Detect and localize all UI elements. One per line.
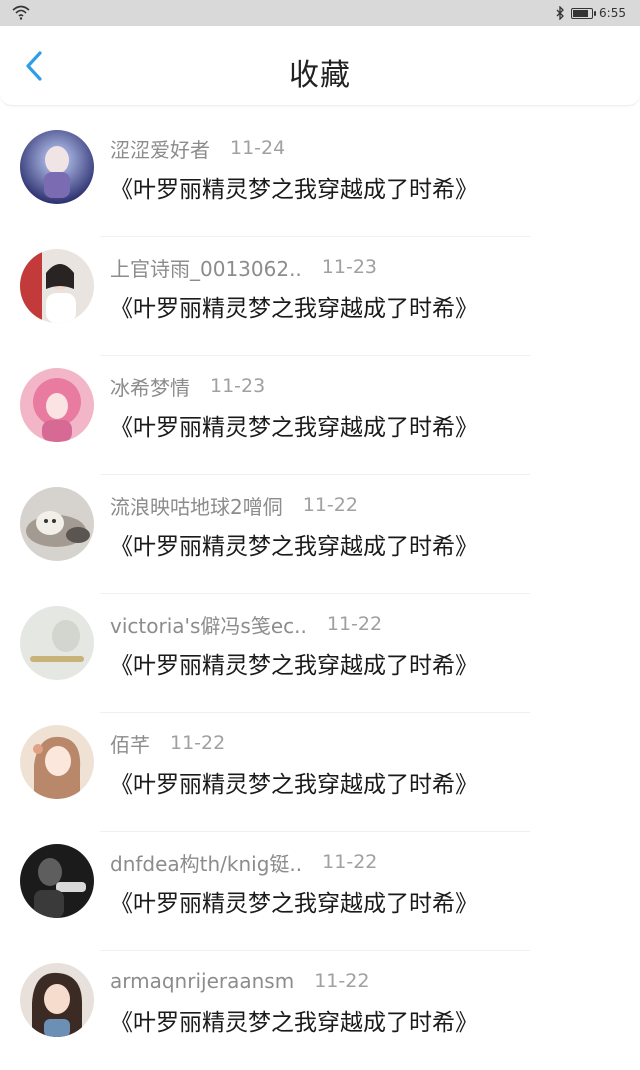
date: 11-22 [170,732,226,754]
user-name: armaqnrijeraansm [110,969,295,993]
list-item[interactable]: 上官诗雨_0013062.. 11-23 《叶罗丽精灵梦之我穿越成了时希》 [0,237,640,356]
avatar [20,725,94,799]
avatar [20,130,94,204]
top-app-bar: 收藏 [0,26,640,106]
book-title: 《叶罗丽精灵梦之我穿越成了时希》 [110,891,478,917]
status-bar: 6:55 [0,0,640,26]
user-name: 上官诗雨_0013062.. [110,256,302,281]
list-item[interactable]: 佰芊 11-22 《叶罗丽精灵梦之我穿越成了时希》 [0,713,640,832]
user-name: dnfdea构th/knig铤.. [110,851,303,876]
date: 11-22 [326,613,383,635]
date: 11-23 [321,256,378,278]
avatar [20,249,94,323]
list-item[interactable]: armaqnrijeraansm 11-22 《叶罗丽精灵梦之我穿越成了时希》 [0,951,640,1070]
date: 11-22 [302,494,358,516]
list-item[interactable]: 涩涩爱好者 11-24 《叶罗丽精灵梦之我穿越成了时希》 [0,118,640,237]
book-title: 《叶罗丽精灵梦之我穿越成了时希》 [110,1010,478,1036]
page-title: 收藏 [289,58,351,93]
list-item[interactable]: victoria's僻冯s笺ec.. 11-22 《叶罗丽精灵梦之我穿越成了时希… [0,594,640,713]
book-title: 《叶罗丽精灵梦之我穿越成了时希》 [110,772,478,798]
user-name: 流浪映咕地球2噌侗 [110,494,283,519]
user-name: 涩涩爱好者 [110,137,210,162]
book-title: 《叶罗丽精灵梦之我穿越成了时希》 [110,653,478,679]
avatar [20,368,94,442]
status-time: 6:55 [599,6,626,20]
date: 11-23 [210,375,266,397]
bluetooth-icon [556,6,564,20]
battery-icon [571,7,597,19]
user-name: victoria's僻冯s笺ec.. [110,613,307,638]
avatar [20,963,94,1037]
book-title: 《叶罗丽精灵梦之我穿越成了时希》 [110,296,478,322]
book-title: 《叶罗丽精灵梦之我穿越成了时希》 [110,415,478,441]
wifi-icon [12,5,30,20]
avatar [20,606,94,680]
list-item[interactable]: 流浪映咕地球2噌侗 11-22 《叶罗丽精灵梦之我穿越成了时希》 [0,475,640,594]
date: 11-22 [322,851,378,873]
list-item[interactable]: dnfdea构th/knig铤.. 11-22 《叶罗丽精灵梦之我穿越成了时希》 [0,832,640,951]
favorites-list: 涩涩爱好者 11-24 《叶罗丽精灵梦之我穿越成了时希》 上官诗雨_001306… [0,118,640,1070]
user-name: 冰希梦情 [110,375,190,400]
avatar [20,487,94,561]
date: 11-22 [314,970,370,992]
book-title: 《叶罗丽精灵梦之我穿越成了时希》 [110,534,478,560]
avatar [20,844,94,918]
user-name: 佰芊 [110,732,150,757]
date: 11-24 [230,137,286,159]
book-title: 《叶罗丽精灵梦之我穿越成了时希》 [110,177,478,203]
list-item[interactable]: 冰希梦情 11-23 《叶罗丽精灵梦之我穿越成了时希》 [0,356,640,475]
